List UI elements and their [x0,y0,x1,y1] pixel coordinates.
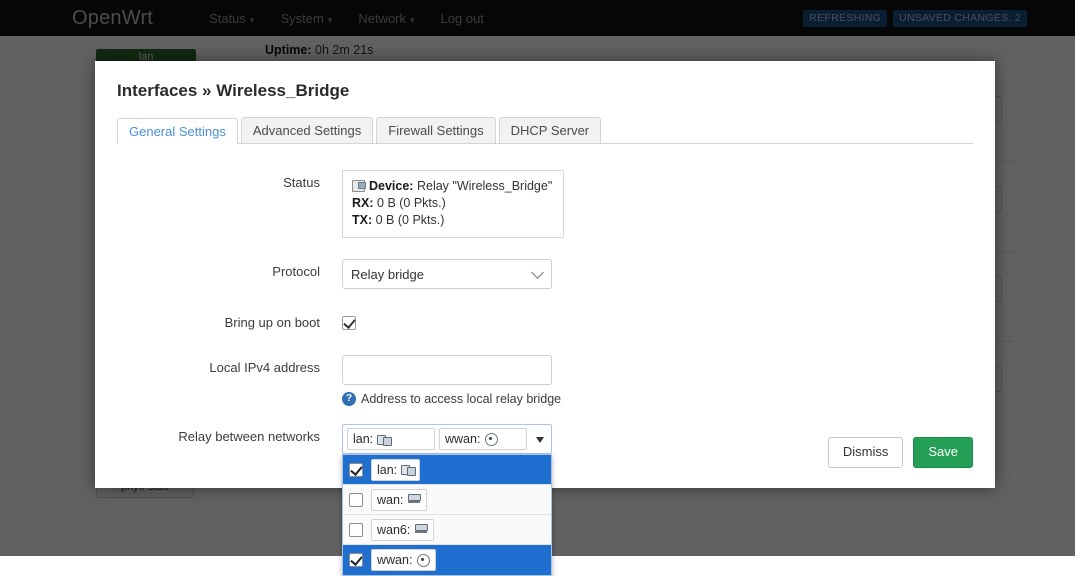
relay-networks-multiselect[interactable]: lan: wwan: [342,424,552,454]
relay-option-wwan-token: wwan: [371,549,436,571]
local-ipv4-label: Local IPv4 address [117,355,342,375]
form-row-status: Status Device: Relay "Wireless_Bridge" R… [117,170,973,238]
relay-option-wan6[interactable]: wan6: [343,515,551,545]
relay-option-wan-label: wan: [377,490,403,510]
local-ipv4-input[interactable] [342,355,552,385]
status-rx-label: RX: [352,196,374,210]
bring-up-on-boot-label: Bring up on boot [117,310,342,330]
interface-config-modal: Interfaces » Wireless_Bridge General Set… [95,61,995,488]
dismiss-button[interactable]: Dismiss [828,437,904,468]
tab-bar: General Settings Advanced Settings Firew… [117,117,973,144]
wifi-icon [484,433,498,445]
local-ipv4-hint: ? Address to access local relay bridge [342,392,973,406]
local-ipv4-hint-text: Address to access local relay bridge [361,392,561,406]
status-rx-row: RX: 0 B (0 Pkts.) [352,195,554,212]
relay-option-wwan[interactable]: wwan: [343,545,551,575]
relay-option-lan-label: lan: [377,460,397,480]
protocol-select[interactable]: Relay bridge [342,259,552,289]
tab-firewall-settings[interactable]: Firewall Settings [376,117,495,143]
relay-networks-label: Relay between networks [117,424,342,444]
form-row-protocol: Protocol Relay bridge [117,259,973,289]
relay-option-lan-checkbox[interactable] [349,463,363,477]
modal-footer: Dismiss Save [828,437,973,468]
ethernet-icon [377,434,390,445]
relay-token-wwan[interactable]: wwan: [439,428,527,450]
tab-general-settings[interactable]: General Settings [117,118,238,144]
relay-token-lan[interactable]: lan: [347,428,435,450]
status-label: Status [117,170,342,190]
ethernet-icon [401,464,414,475]
save-button[interactable]: Save [913,437,973,468]
relay-option-wan[interactable]: wan: [343,485,551,515]
status-rx-value: 0 B (0 Pkts.) [377,196,446,210]
status-box: Device: Relay "Wireless_Bridge" RX: 0 B … [342,170,564,238]
relay-option-lan-token: lan: [371,459,420,481]
status-tx-value: 0 B (0 Pkts.) [376,213,445,227]
relay-option-wan-checkbox[interactable] [349,493,363,507]
bring-up-on-boot-checkbox[interactable] [342,316,356,330]
protocol-label: Protocol [117,259,342,279]
page-title: Interfaces » Wireless_Bridge [117,81,973,101]
help-icon: ? [342,392,356,406]
status-device-value: Relay "Wireless_Bridge" [417,179,552,193]
tab-dhcp-server[interactable]: DHCP Server [499,117,602,143]
relay-token-lan-label: lan: [353,429,373,449]
relay-option-wan-token: wan: [371,489,427,511]
dropdown-arrow-icon [536,437,544,443]
relay-option-wan6-token: wan6: [371,519,434,541]
status-device-label: Device: [369,179,413,193]
form-row-bring-up-on-boot: Bring up on boot [117,310,973,335]
relay-option-lan[interactable]: lan: [343,455,551,485]
device-icon [352,180,365,192]
tab-advanced-settings[interactable]: Advanced Settings [241,117,373,143]
status-device-row: Device: Relay "Wireless_Bridge" [352,178,554,195]
relay-option-wan6-label: wan6: [377,520,410,540]
form-row-local-ipv4: Local IPv4 address ? Address to access l… [117,355,973,406]
status-tx-label: TX: [352,213,372,227]
status-tx-row: TX: 0 B (0 Pkts.) [352,212,554,229]
relay-option-wan6-checkbox[interactable] [349,523,363,537]
wan-icon [407,494,421,506]
relay-networks-dropdown-list: lan: wan: [342,454,552,576]
relay-option-wwan-label: wwan: [377,550,412,570]
relay-option-wwan-checkbox[interactable] [349,553,363,567]
relay-token-wwan-label: wwan: [445,429,480,449]
wan-icon [414,524,428,536]
